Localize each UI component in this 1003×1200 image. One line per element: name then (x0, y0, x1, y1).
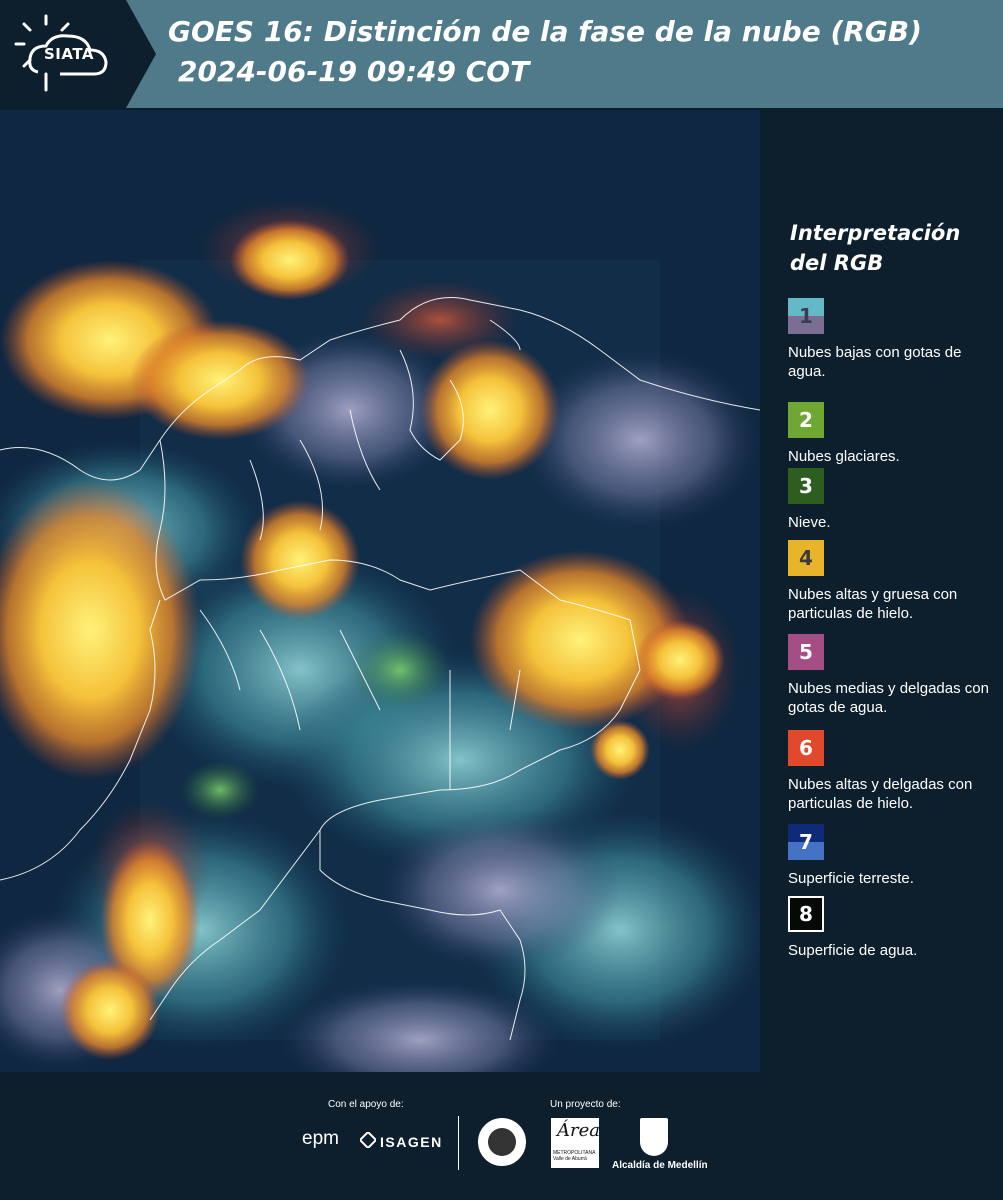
epm-logo: epm (302, 1128, 339, 1149)
legend-swatch: 2 (788, 402, 824, 438)
legend-item: 5 Nubes medias y delgadas con gotas de ag… (788, 634, 1000, 717)
university-seal-icon (478, 1118, 526, 1166)
legend-item: 4 Nubes altas y gruesa con particulas de … (788, 540, 1000, 623)
legend-swatch: 5 (788, 634, 824, 670)
footer-divider (458, 1116, 459, 1170)
legend-swatch: 4 (788, 540, 824, 576)
legend-swatch: 1 (788, 298, 824, 334)
legend-item: 8 Superficie de agua. (788, 896, 1000, 960)
legend-swatch: 3 (788, 468, 824, 504)
isagen-logo: ISAGEN (380, 1134, 443, 1150)
legend-swatch: 6 (788, 730, 824, 766)
isagen-icon (360, 1132, 376, 1148)
legend-label: Nieve. (788, 514, 831, 531)
area-metropolitana-logo: Área METROPOLITANA Valle de Aburrá (551, 1118, 600, 1168)
siata-logo: SIATA (0, 0, 156, 108)
legend-number: 1 (799, 304, 813, 328)
logo-text: SIATA (44, 45, 95, 63)
legend-item: 1 Nubes bajas con gotas de agua. (788, 298, 1000, 381)
legend-item: 7 Superficie terreste. (788, 824, 1000, 888)
legend-number: 8 (799, 902, 813, 926)
alcaldia-label: Alcaldía de Medellín (612, 1160, 708, 1171)
legend-swatch: 7 (788, 824, 824, 860)
satellite-image-map (0, 110, 760, 1072)
legend-label: Nubes medias y delgadas con gotas de agu… (788, 680, 989, 716)
legend-label: Superficie de agua. (788, 942, 918, 959)
legend-number: 2 (799, 408, 813, 432)
legend-label: Nubes altas y gruesa con particulas de h… (788, 586, 958, 622)
legend-label: Superficie terreste. (788, 870, 914, 887)
project-caption: Un proyecto de: (550, 1099, 621, 1110)
page-title: GOES 16: Distinción de la fase de la nub… (168, 15, 922, 48)
header-bar: SIATA GOES 16: Distinción de la fase de … (0, 0, 1003, 108)
legend-swatch: 8 (788, 896, 824, 932)
footer: Con el apoyo de: Un proyecto de: epm ISA… (0, 1072, 1003, 1200)
timestamp: 2024-06-19 09:49 COT (178, 55, 530, 88)
alcaldia-shield-icon (640, 1118, 668, 1156)
legend-item: 6 Nubes altas y delgadas con particulas d… (788, 730, 1000, 813)
legend-label: Nubes altas y delgadas con particulas de… (788, 776, 973, 812)
legend-number: 7 (799, 830, 813, 854)
legend-number: 4 (799, 546, 813, 570)
legend-label: Nubes bajas con gotas de agua. (788, 344, 962, 380)
legend-number: 6 (799, 736, 813, 760)
legend-number: 3 (799, 474, 813, 498)
legend-item: 2 Nubes glaciares. (788, 402, 1000, 466)
legend-title: Interpretación del RGB (790, 221, 961, 275)
legend-label: Nubes glaciares. (788, 448, 900, 465)
legend-number: 5 (799, 640, 813, 664)
legend-panel: Interpretación del RGB 1 Nubes bajas con … (760, 108, 1003, 1072)
support-caption: Con el apoyo de: (328, 1099, 404, 1110)
legend-item: 3 Nieve. (788, 468, 1000, 532)
